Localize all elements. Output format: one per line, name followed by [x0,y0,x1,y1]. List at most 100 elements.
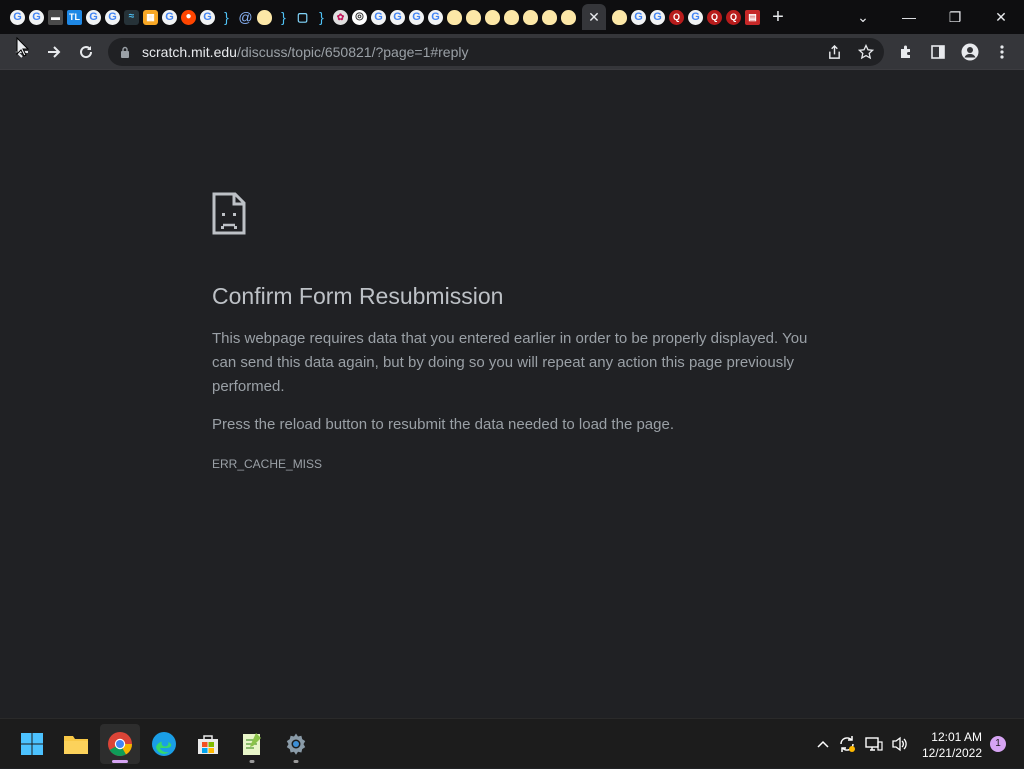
share-icon[interactable] [824,42,844,62]
google-icon: G [428,9,443,25]
url-path: /discuss/topic/650821/?page=1#reply [236,44,469,60]
browser-tab[interactable]: G [629,4,648,30]
browser-tab[interactable] [445,4,464,30]
address-bar[interactable]: scratch.mit.edu/discuss/topic/650821/?pa… [108,38,884,66]
browser-tab[interactable]: Q [724,4,743,30]
browser-tab[interactable] [464,4,483,30]
notepad-icon [243,733,261,755]
edge-button[interactable] [144,724,184,764]
browser-tab[interactable] [521,4,540,30]
clock[interactable]: 12:01 AM 12/21/2022 [922,729,982,761]
browser-tab[interactable]: ▢ [293,4,312,30]
browser-tab[interactable]: G [426,4,445,30]
browser-tab[interactable]: G [160,4,179,30]
clock-time: 12:01 AM [931,730,982,744]
browser-tab[interactable]: G [369,4,388,30]
browser-tab[interactable]: ▦ [141,4,160,30]
browser-tab[interactable]: ● [179,4,198,30]
new-tab-button[interactable]: + [768,6,788,28]
browser-tab[interactable]: G [686,4,705,30]
browser-tab[interactable] [255,4,274,30]
windows-logo-icon [21,733,43,755]
browser-tab[interactable] [502,4,521,30]
browser-tab[interactable]: } [217,4,236,30]
close-icon[interactable]: ✕ [588,9,600,26]
browser-tab[interactable]: ≈ [122,4,141,30]
chrome-icon [108,732,132,757]
egg-icon [447,9,462,25]
browser-tab[interactable] [610,4,629,30]
chrome-button[interactable] [100,724,140,764]
active-indicator [112,760,128,763]
browser-tab[interactable]: G [103,4,122,30]
browser-tab[interactable]: TL [65,4,84,30]
browser-tab[interactable]: ▤ [743,4,762,30]
browser-tab[interactable] [540,4,559,30]
browser-tab[interactable]: ✿ [331,4,350,30]
google-icon: G [86,9,101,25]
puzzle-icon: ✿ [333,9,348,25]
network-monitor-icon [865,737,883,751]
browser-tab[interactable]: G [27,4,46,30]
browser-tab[interactable]: G [84,4,103,30]
google-icon: G [10,9,25,25]
side-panel-icon[interactable] [924,38,952,66]
quora-icon: Q [669,9,684,25]
settings-button[interactable] [276,724,316,764]
start-button[interactable] [12,724,52,764]
browser-tab[interactable]: G [407,4,426,30]
tab-active[interactable]: ✕ [582,4,606,30]
bookmark-star-icon[interactable] [856,42,876,62]
network-tray-button[interactable] [862,719,886,769]
menu-kebab-icon[interactable] [988,38,1016,66]
google-icon: G [29,9,44,25]
url-host: scratch.mit.edu [142,44,237,60]
show-hidden-icons-button[interactable] [812,719,834,769]
browser-tab[interactable]: @ [236,4,255,30]
browser-tab[interactable]: G [8,4,27,30]
google-icon: G [631,9,646,25]
google-icon: G [688,9,703,25]
file-explorer-button[interactable] [56,724,96,764]
browser-tab[interactable]: } [312,4,331,30]
microsoft-store-button[interactable] [188,724,228,764]
browser-tab[interactable] [559,4,578,30]
close-window-button[interactable]: ✕ [978,0,1024,34]
minimize-button[interactable]: — [886,0,932,34]
browser-tab[interactable]: } [274,4,293,30]
browser-tab[interactable]: ◎ [350,4,369,30]
reload-button[interactable] [72,38,100,66]
notepad-plus-button[interactable] [232,724,272,764]
taskbar: 12:01 AM 12/21/2022 1 [0,718,1024,768]
restore-button[interactable]: ❐ [932,0,978,34]
running-indicator [249,760,255,763]
browser-tab[interactable]: Q [667,4,686,30]
brace-icon: } [319,9,324,25]
book-icon: ▤ [745,9,760,25]
browser-tab[interactable]: G [648,4,667,30]
volume-tray-button[interactable] [888,719,912,769]
edge-icon [152,732,176,756]
browser-tab[interactable]: G [388,4,407,30]
browser-tab[interactable]: Q [705,4,724,30]
error-code: ERR_CACHE_MISS [212,457,323,471]
store-icon [198,735,218,754]
extensions-icon[interactable] [892,38,920,66]
quora-icon: Q [707,9,722,25]
browser-tab[interactable] [483,4,502,30]
forward-button[interactable] [40,38,68,66]
notification-badge[interactable]: 1 [990,736,1006,752]
egg-icon [561,9,576,25]
chrome-icon: ◎ [352,9,367,25]
tab-search-icon[interactable]: ⌄ [840,0,886,34]
brace-icon: } [224,9,229,25]
egg-icon [504,9,519,25]
profile-icon[interactable] [956,38,984,66]
browser-tab[interactable]: G [198,4,217,30]
google-icon: G [409,9,424,25]
sync-tray-button[interactable] [836,719,858,769]
url-text[interactable]: scratch.mit.edu/discuss/topic/650821/?pa… [142,38,469,66]
browser-tab[interactable]: ▬ [46,4,65,30]
lock-icon[interactable] [120,46,130,58]
reddit-icon: ● [181,9,196,25]
